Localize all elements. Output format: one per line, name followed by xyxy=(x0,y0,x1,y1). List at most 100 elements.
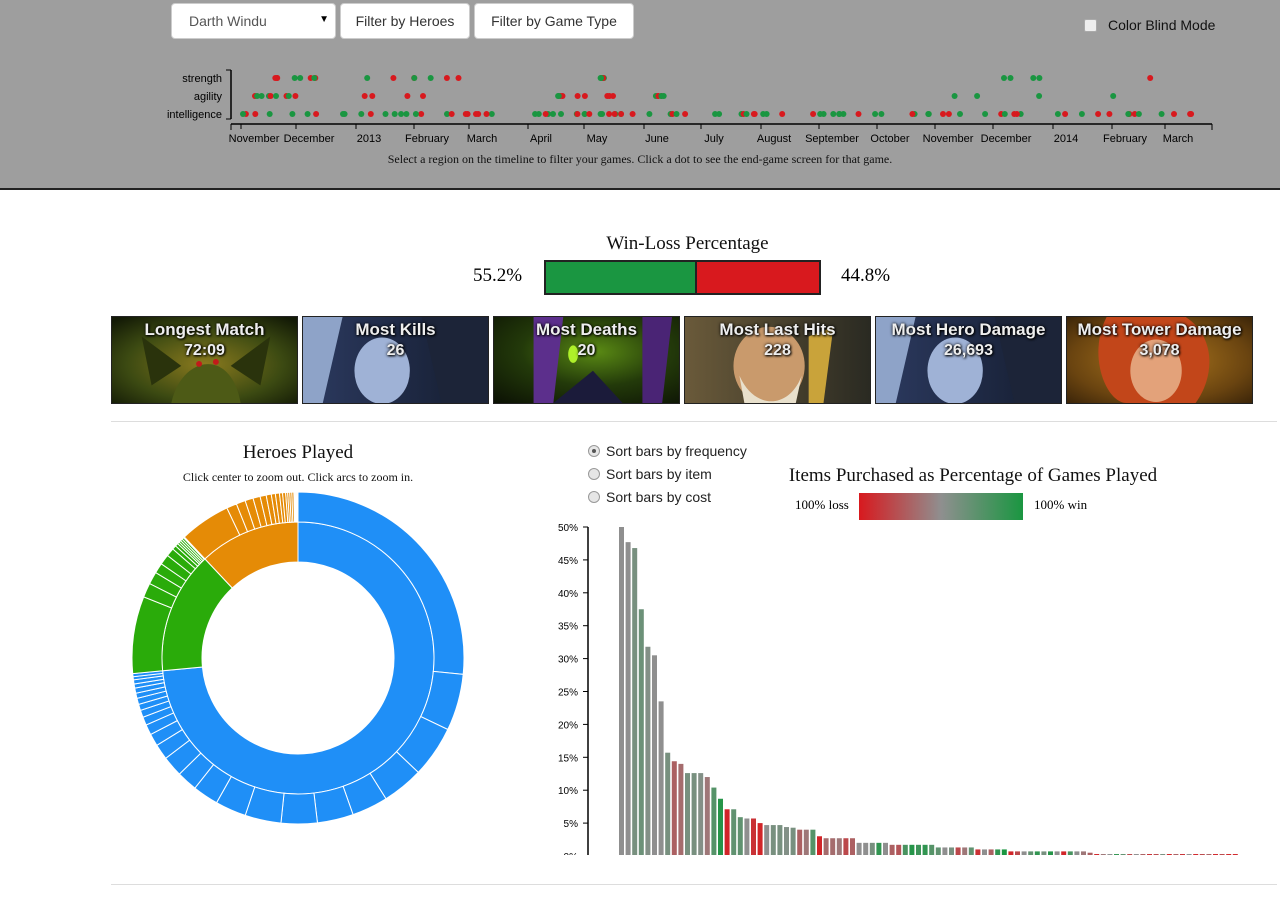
item-bar[interactable] xyxy=(1206,854,1212,855)
item-bar[interactable] xyxy=(1186,854,1192,855)
item-bar[interactable] xyxy=(645,646,651,855)
item-bar[interactable] xyxy=(737,817,743,855)
game-dot[interactable] xyxy=(1036,93,1043,99)
item-bar[interactable] xyxy=(1087,852,1093,855)
game-dot[interactable] xyxy=(369,93,376,99)
game-dot[interactable] xyxy=(1171,111,1177,117)
item-bar[interactable] xyxy=(1094,854,1100,855)
game-dot[interactable] xyxy=(418,111,425,117)
game-dot[interactable] xyxy=(1078,111,1085,117)
game-dot[interactable] xyxy=(909,111,916,117)
game-dot[interactable] xyxy=(488,111,495,117)
item-bar[interactable] xyxy=(1061,851,1067,855)
items-bar-chart[interactable]: 0% 5% 10% 15% 20% 25% 30% 35% 40% 45% 50% xyxy=(540,515,1260,855)
game-dot[interactable] xyxy=(1062,111,1069,117)
item-bar[interactable] xyxy=(1054,851,1060,855)
game-dot[interactable] xyxy=(574,93,581,99)
item-bar[interactable] xyxy=(909,844,915,855)
game-dot[interactable] xyxy=(364,75,371,81)
game-dot[interactable] xyxy=(285,93,292,99)
game-dot[interactable] xyxy=(558,111,564,117)
heroes-sunburst[interactable] xyxy=(128,488,468,828)
game-dot[interactable] xyxy=(830,111,837,117)
game-dot[interactable] xyxy=(1125,111,1132,117)
game-dot[interactable] xyxy=(598,75,605,81)
item-bar[interactable] xyxy=(922,844,928,855)
item-bar[interactable] xyxy=(1127,854,1133,855)
game-dot[interactable] xyxy=(855,111,862,117)
record-card-most-hero-damage[interactable]: Most Hero Damage 26,693 xyxy=(875,316,1062,404)
game-dot[interactable] xyxy=(925,111,932,117)
game-dot[interactable] xyxy=(455,75,462,81)
item-bar[interactable] xyxy=(731,809,737,855)
game-dot[interactable] xyxy=(836,111,843,117)
game-dot[interactable] xyxy=(940,111,946,117)
item-bar[interactable] xyxy=(652,655,657,855)
game-dot[interactable] xyxy=(311,75,318,81)
game-dot[interactable] xyxy=(743,111,750,117)
game-dot[interactable] xyxy=(1106,111,1113,117)
sort-by-cost-option[interactable]: Sort bars by cost xyxy=(588,489,711,505)
item-bar[interactable] xyxy=(711,787,717,855)
game-dot[interactable] xyxy=(872,111,879,117)
sort-by-item-option[interactable]: Sort bars by item xyxy=(588,466,712,482)
item-bar[interactable] xyxy=(1107,854,1113,855)
game-dot[interactable] xyxy=(443,75,450,81)
item-bar[interactable] xyxy=(1226,854,1232,855)
game-dot[interactable] xyxy=(542,111,549,117)
item-bar[interactable] xyxy=(803,829,809,855)
game-dot[interactable] xyxy=(555,93,562,99)
item-bar[interactable] xyxy=(1219,854,1225,855)
game-dot[interactable] xyxy=(1001,111,1008,117)
game-dot[interactable] xyxy=(252,111,259,117)
game-dot[interactable] xyxy=(1135,111,1142,117)
game-dot[interactable] xyxy=(462,111,469,117)
game-dot[interactable] xyxy=(810,111,817,117)
item-bar[interactable] xyxy=(1048,851,1053,855)
game-dot[interactable] xyxy=(1110,93,1117,99)
item-bar[interactable] xyxy=(1166,854,1172,855)
item-bar[interactable] xyxy=(883,842,888,855)
item-bar[interactable] xyxy=(1028,851,1034,855)
game-dot[interactable] xyxy=(240,111,246,117)
item-bar[interactable] xyxy=(1021,851,1027,855)
item-bar[interactable] xyxy=(1160,854,1166,855)
game-dot[interactable] xyxy=(673,111,680,117)
item-bar[interactable] xyxy=(949,847,954,855)
game-dot[interactable] xyxy=(427,75,434,81)
game-dot[interactable] xyxy=(1188,111,1195,117)
item-bar[interactable] xyxy=(942,847,948,855)
item-bar[interactable] xyxy=(869,842,875,855)
item-bar[interactable] xyxy=(698,773,704,855)
game-dot[interactable] xyxy=(266,111,273,117)
item-bar[interactable] xyxy=(1001,849,1007,855)
game-dot[interactable] xyxy=(1036,75,1043,81)
game-dot[interactable] xyxy=(411,75,418,81)
item-bar[interactable] xyxy=(889,844,895,855)
game-dot[interactable] xyxy=(403,111,410,117)
game-dot[interactable] xyxy=(398,111,405,117)
item-bar[interactable] xyxy=(1041,851,1047,855)
item-bar[interactable] xyxy=(718,798,723,855)
item-bar[interactable] xyxy=(619,527,624,855)
game-dot[interactable] xyxy=(763,111,770,117)
game-dot[interactable] xyxy=(712,111,719,117)
game-dot[interactable] xyxy=(272,75,279,81)
game-dot[interactable] xyxy=(304,111,311,117)
game-dot[interactable] xyxy=(629,111,636,117)
item-bar[interactable] xyxy=(863,842,869,855)
game-dot[interactable] xyxy=(606,111,613,117)
game-dot[interactable] xyxy=(957,111,963,117)
timeline-game-dots[interactable] xyxy=(240,75,1195,117)
item-bar[interactable] xyxy=(1213,854,1218,855)
game-dot[interactable] xyxy=(1030,75,1037,81)
game-dot[interactable] xyxy=(448,111,455,117)
item-bar[interactable] xyxy=(836,838,842,855)
item-bar[interactable] xyxy=(817,836,822,855)
item-bar[interactable] xyxy=(1173,854,1179,855)
item-bar[interactable] xyxy=(632,548,638,855)
item-bar[interactable] xyxy=(810,829,816,855)
item-bar[interactable] xyxy=(1193,854,1199,855)
item-bar[interactable] xyxy=(724,809,730,855)
item-bar[interactable] xyxy=(751,818,756,855)
